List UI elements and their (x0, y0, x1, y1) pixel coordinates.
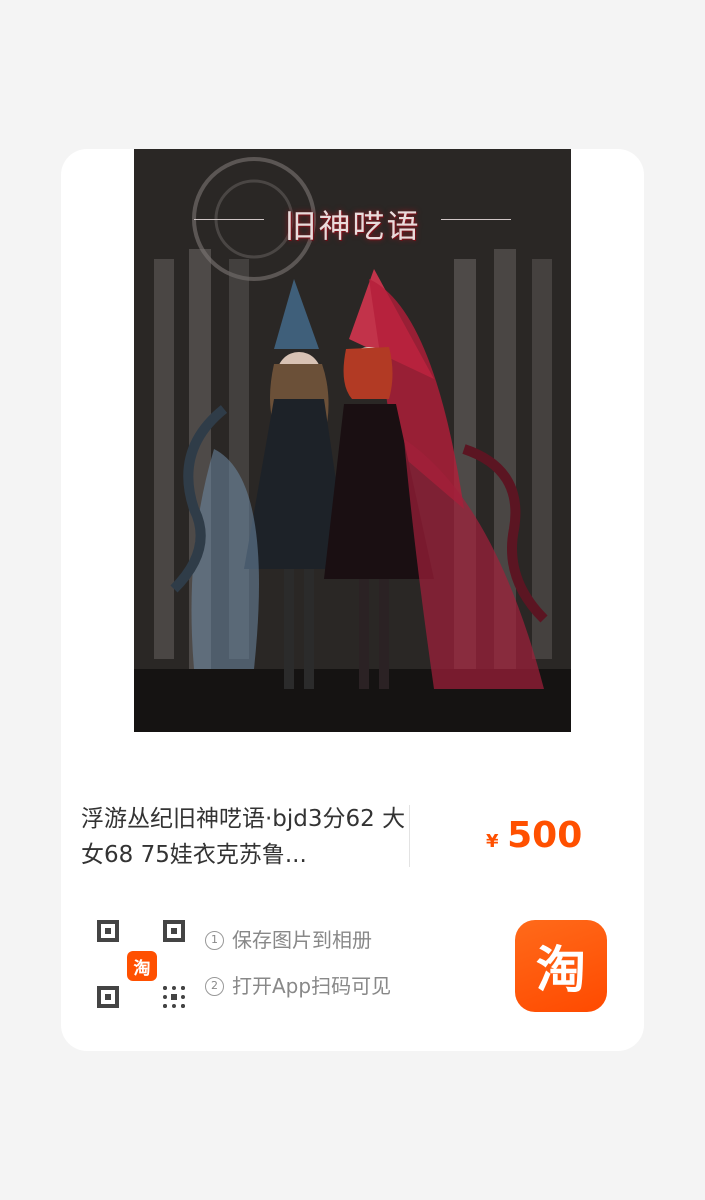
scan-instructions: 1 保存图片到相册 2 打开App扫码可见 (205, 928, 391, 1020)
instruction-step: 2 打开App扫码可见 (205, 974, 391, 998)
taobao-app-icon[interactable]: 淘 (515, 920, 607, 1012)
step-number-icon: 2 (205, 976, 224, 996)
price-amount: 500 (507, 815, 583, 856)
product-title[interactable]: 浮游丛纪旧神呓语·bjd3分62 大女68 75娃衣克苏鲁... (81, 801, 411, 873)
step-label: 保存图片到相册 (232, 928, 372, 952)
taobao-qr-logo-icon: 淘 (127, 951, 157, 981)
currency-symbol: ¥ (486, 831, 499, 852)
title-price-divider (409, 805, 410, 867)
price: ¥ 500 (486, 815, 582, 856)
image-overlay-title: 旧神呓语 (134, 201, 571, 247)
step-number-icon: 1 (205, 930, 224, 950)
product-image[interactable]: 旧神呓语 (134, 149, 571, 732)
qr-finder-top-right (163, 920, 185, 942)
product-share-card: 旧神呓语 浮游丛纪旧神呓语·bjd3分62 大女68 75娃衣克苏鲁... ¥ … (61, 149, 644, 1051)
qr-finder-bottom-right (163, 986, 185, 1008)
step-label: 打开App扫码可见 (232, 974, 392, 998)
qr-code[interactable]: 淘 (97, 920, 187, 1010)
qr-finder-bottom-left (97, 986, 119, 1008)
instruction-step: 1 保存图片到相册 (205, 928, 391, 952)
qr-finder-top-left (97, 920, 119, 942)
